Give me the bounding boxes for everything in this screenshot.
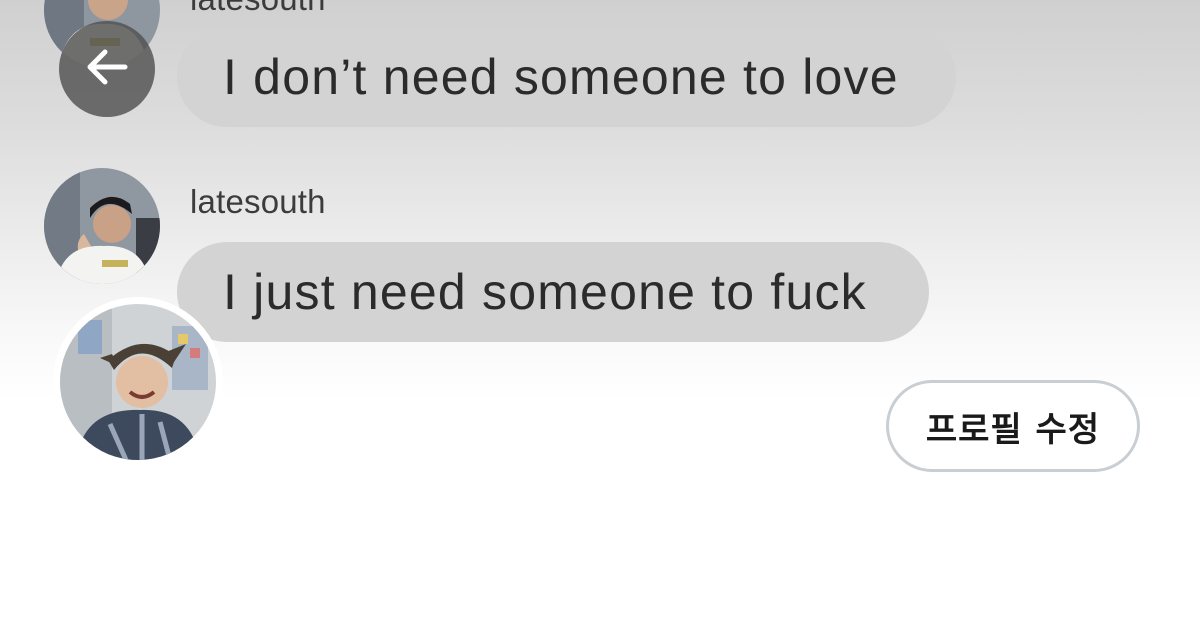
profile-avatar[interactable]: [60, 304, 216, 460]
message-username: latesouth: [190, 0, 326, 18]
edit-profile-label: 프로필 수정: [925, 409, 1101, 450]
message-text: I just need someone to fuck: [223, 264, 867, 320]
edit-profile-button[interactable]: 프로필 수정: [886, 380, 1140, 472]
back-button[interactable]: [59, 21, 155, 117]
message-bubble[interactable]: I just need someone to fuck: [177, 242, 929, 342]
message-text: I don’t need someone to love: [223, 49, 899, 105]
message-bubble[interactable]: I don’t need someone to love: [177, 27, 956, 127]
message-avatar[interactable]: [44, 168, 160, 284]
message-username: latesouth: [190, 183, 326, 220]
arrow-left-icon: [85, 47, 129, 92]
